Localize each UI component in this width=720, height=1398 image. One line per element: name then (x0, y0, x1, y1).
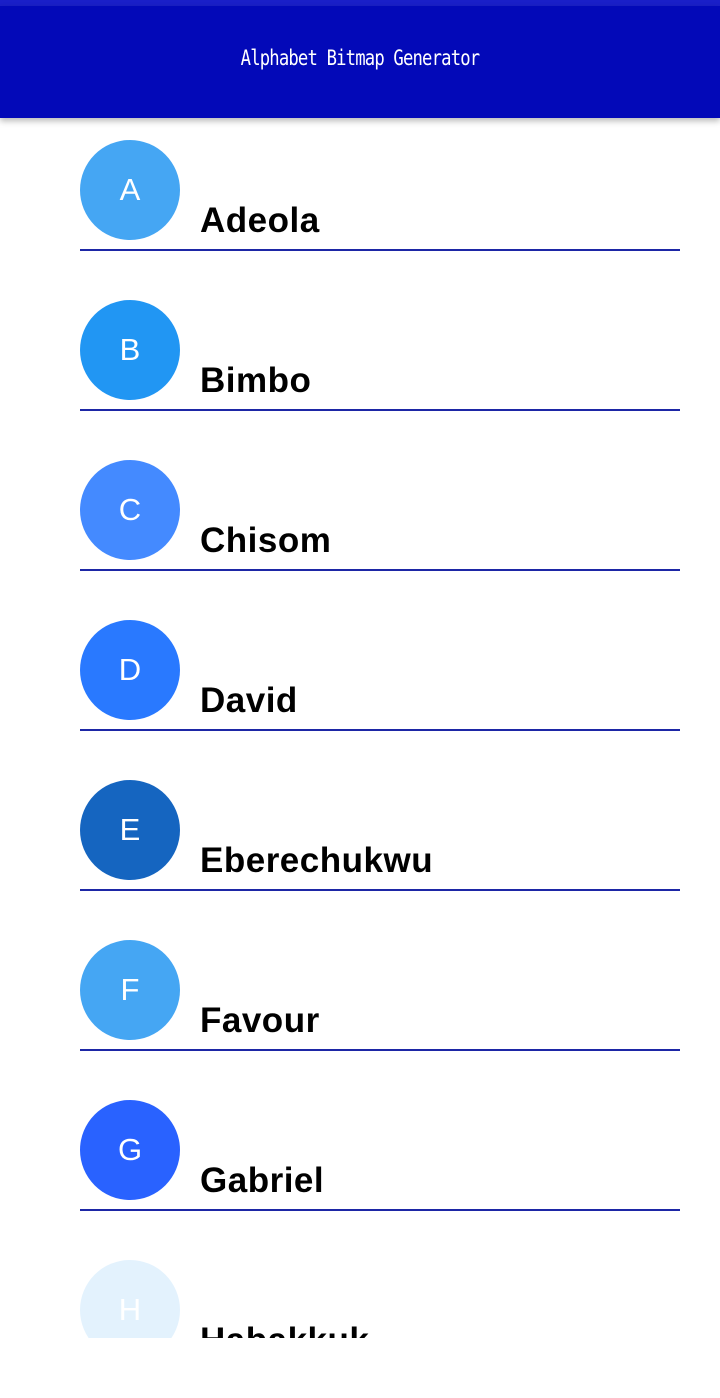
row-divider (80, 249, 680, 251)
contact-name: David (200, 681, 298, 720)
letter-avatar: C (80, 460, 180, 560)
contact-name: Habakkuk (200, 1320, 369, 1338)
contact-name: Gabriel (200, 1161, 325, 1200)
row-divider (80, 1209, 680, 1211)
letter-avatar: E (80, 780, 180, 880)
letter-avatar: H (80, 1260, 180, 1338)
row-divider (80, 1049, 680, 1051)
contact-name: Bimbo (200, 361, 312, 400)
list-item[interactable]: F Favour (80, 918, 680, 1051)
list-item[interactable]: B Bimbo (80, 278, 680, 411)
list-item[interactable]: G Gabriel (80, 1078, 680, 1211)
list-item[interactable]: E Eberechukwu (80, 758, 680, 891)
contact-name: Adeola (200, 201, 320, 240)
contact-name: Chisom (200, 521, 332, 560)
contact-name: Favour (200, 1001, 320, 1040)
contact-list[interactable]: A Adeola B Bimbo C Chisom D David E Eber… (0, 118, 720, 1338)
letter-avatar: G (80, 1100, 180, 1200)
letter-avatar: D (80, 620, 180, 720)
list-item[interactable]: H Habakkuk (80, 1238, 680, 1338)
row-divider (80, 729, 680, 731)
contact-name: Eberechukwu (200, 841, 434, 880)
list-item[interactable]: A Adeola (80, 118, 680, 251)
app-bar: Alphabet Bitmap Generator (0, 6, 720, 118)
row-divider (80, 409, 680, 411)
list-item[interactable]: D David (80, 598, 680, 731)
row-divider (80, 569, 680, 571)
app-title: Alphabet Bitmap Generator (240, 46, 481, 70)
list-item[interactable]: C Chisom (80, 438, 680, 571)
letter-avatar: B (80, 300, 180, 400)
row-divider (80, 889, 680, 891)
letter-avatar: F (80, 940, 180, 1040)
letter-avatar: A (80, 140, 180, 240)
